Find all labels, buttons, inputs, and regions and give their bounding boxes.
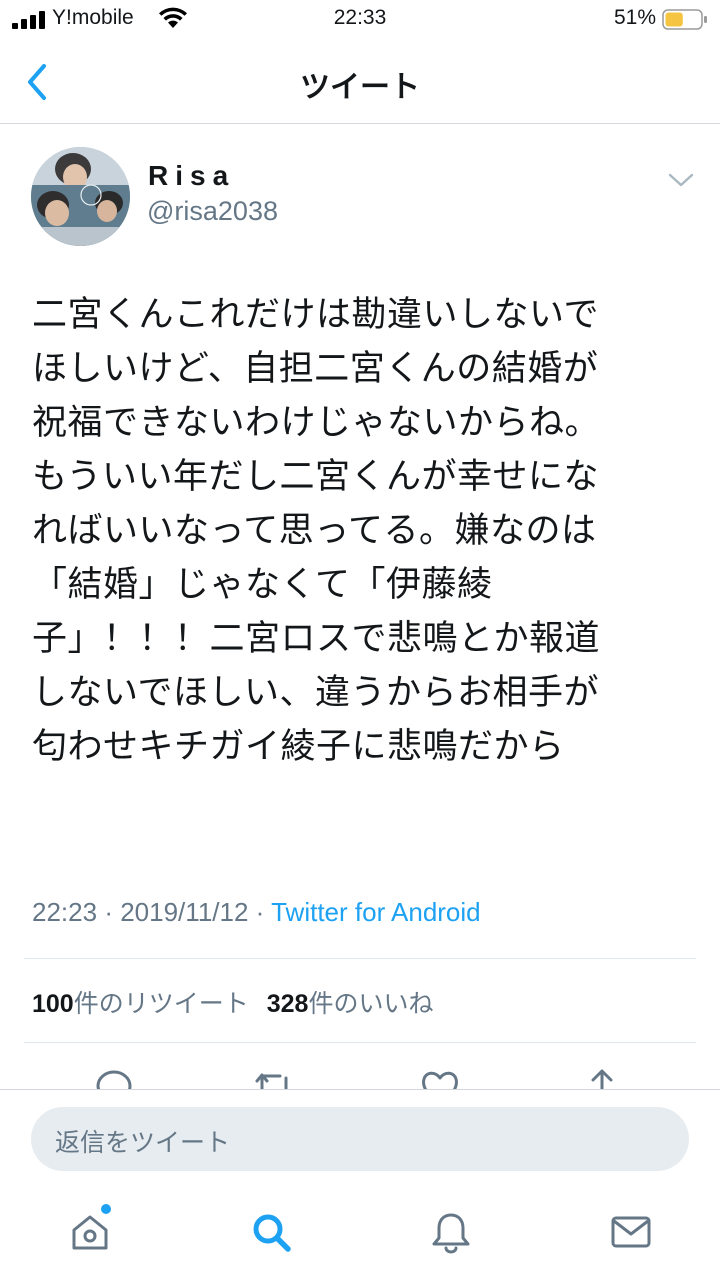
like-icon[interactable] bbox=[418, 1066, 462, 1090]
home-icon[interactable] bbox=[68, 1210, 112, 1254]
retweet-count: 100 bbox=[32, 990, 74, 1018]
tweet-source-link[interactable]: Twitter for Android bbox=[271, 897, 481, 927]
reply-icon[interactable] bbox=[92, 1066, 136, 1090]
tweet-text: 二宮くんこれだけは勘違いしないで ほしいけど、自担二宮くんの結婚が 祝福できない… bbox=[32, 288, 682, 774]
tab-bar bbox=[0, 1190, 720, 1280]
chevron-down-icon[interactable] bbox=[667, 170, 695, 190]
nav-bar: ツイート bbox=[0, 40, 720, 124]
like-label: 件のいいね bbox=[308, 989, 434, 1018]
user-handle[interactable]: @risa2038 bbox=[147, 196, 278, 227]
tweet-text-line: ほしいけど、自担二宮くんの結婚が bbox=[32, 349, 599, 389]
retweet-icon[interactable] bbox=[252, 1066, 296, 1090]
tweet-date[interactable]: 2019/11/12 bbox=[120, 897, 248, 927]
tweet-text-line: 祝福できないわけじゃないからね。 bbox=[32, 403, 601, 443]
search-icon[interactable] bbox=[249, 1210, 293, 1254]
retweet-label: 件のリツイート bbox=[73, 989, 249, 1018]
status-time: 22:33 bbox=[333, 6, 387, 29]
battery-percent: 51% bbox=[613, 6, 656, 29]
home-notification-dot bbox=[101, 1204, 111, 1214]
tweet-text-line: ればいいなって思ってる。嫌なのは bbox=[32, 511, 597, 551]
tweet-time[interactable]: 22:23 bbox=[32, 897, 97, 927]
tweet-actions bbox=[0, 1060, 720, 1090]
meta-separator: · bbox=[104, 897, 113, 927]
divider bbox=[24, 958, 696, 959]
battery-icon bbox=[662, 9, 707, 30]
like-count: 328 bbox=[266, 990, 309, 1018]
avatar[interactable] bbox=[31, 147, 130, 246]
retweet-stat[interactable]: 100件のリツイート bbox=[32, 989, 249, 1018]
notifications-icon[interactable] bbox=[429, 1210, 473, 1254]
tweet-text-line: 二宮くんこれだけは勘違いしないで bbox=[32, 295, 599, 335]
messages-icon[interactable] bbox=[609, 1210, 653, 1254]
like-stat[interactable]: 328件のいいね bbox=[267, 989, 434, 1018]
meta-separator: · bbox=[255, 897, 265, 927]
reply-placeholder: 返信をツイート bbox=[55, 1128, 231, 1157]
tweet-text-line: 「結婚」じゃなくて「伊藤綾 bbox=[32, 565, 493, 605]
tweet-text-line: もういい年だし二宮くんが幸せにな bbox=[32, 457, 599, 497]
tweet-text-line: しないでほしい、違うからお相手が bbox=[32, 673, 599, 713]
avatar-image bbox=[31, 147, 130, 246]
page-title: ツイート bbox=[300, 70, 420, 105]
tweet-text-line: 子」！！！二宮ロスで悲鳴とか報道 bbox=[32, 619, 601, 659]
tweet-meta: 22:23 · 2019/11/12 · Twitter for Android bbox=[32, 897, 481, 928]
tweet-stats: 100件のリツイート 328件のいいね bbox=[32, 984, 433, 1020]
divider bbox=[24, 1042, 696, 1043]
reply-composer: 返信をツイート bbox=[0, 1089, 720, 1189]
share-icon[interactable] bbox=[580, 1066, 624, 1090]
tweet-text-line: 匂わせキチガイ綾子に悲鳴だから bbox=[32, 727, 565, 767]
display-name[interactable]: Risa bbox=[148, 160, 235, 192]
reply-input[interactable]: 返信をツイート bbox=[31, 1107, 689, 1171]
status-bar: Y!mobile 22:33 51% bbox=[0, 0, 720, 40]
